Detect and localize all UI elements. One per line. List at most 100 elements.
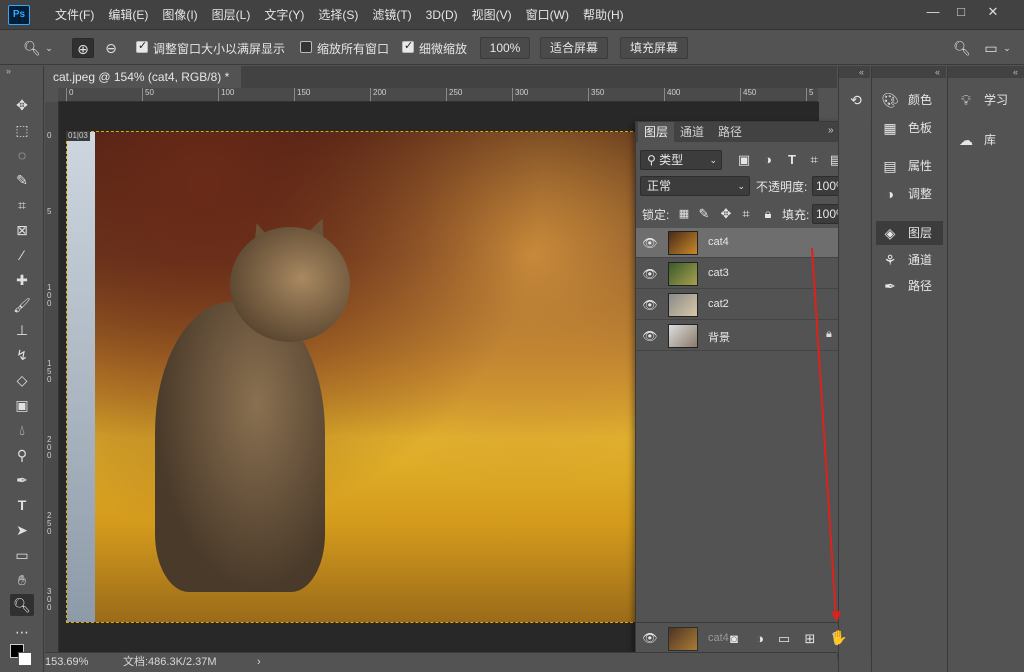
- lock-pixels-icon[interactable]: ✎: [696, 206, 712, 222]
- menu-layer[interactable]: 图层(L): [205, 0, 258, 30]
- menu-help[interactable]: 帮助(H): [576, 0, 631, 30]
- dock-item-channels[interactable]: ⚘ 通道: [876, 248, 943, 272]
- lock-position-icon[interactable]: ✥: [718, 206, 734, 222]
- dock-item-adjustments[interactable]: ◑ 调整: [876, 182, 943, 206]
- blur-tool-icon[interactable]: 💧︎: [10, 419, 34, 441]
- layer-row[interactable]: 👁︎ cat4: [636, 228, 854, 258]
- add-mask-icon[interactable]: ◙: [726, 631, 742, 647]
- eye-icon[interactable]: 👁︎: [642, 297, 658, 313]
- menu-file[interactable]: 文件(F): [48, 0, 101, 30]
- move-tool-icon[interactable]: ✥: [10, 94, 34, 116]
- tab-channels[interactable]: 通道: [674, 122, 710, 142]
- lightbulb-icon: 💡︎: [961, 92, 971, 108]
- fill-screen-button[interactable]: 填充屏幕: [620, 37, 688, 59]
- zoom-all-windows-checkbox[interactable]: [300, 41, 312, 53]
- healing-brush-tool-icon[interactable]: ✚: [10, 269, 34, 291]
- history-icon[interactable]: ⟲: [846, 92, 866, 112]
- layer-row[interactable]: 👁︎ cat2: [636, 290, 854, 320]
- menu-window[interactable]: 窗口(W): [519, 0, 576, 30]
- dock-item-properties[interactable]: ▤ 属性: [876, 154, 943, 178]
- dock-item-paths[interactable]: ✒ 路径: [876, 274, 943, 298]
- dock-item-color[interactable]: 🎨︎ 颜色: [876, 88, 943, 112]
- quick-select-tool-icon[interactable]: ✎: [10, 169, 34, 191]
- collapse-icon[interactable]: «: [948, 66, 1024, 78]
- collapse-icon[interactable]: »: [828, 125, 834, 136]
- marquee-tool-icon[interactable]: ⬚: [10, 119, 34, 141]
- frame-tool-icon[interactable]: ⊠: [10, 219, 34, 241]
- menu-edit[interactable]: 编辑(E): [101, 0, 155, 30]
- tab-layers[interactable]: 图层: [638, 122, 675, 142]
- layer-name: 背景: [708, 332, 730, 344]
- collapse-icon[interactable]: »: [6, 66, 11, 76]
- lock-all-icon[interactable]: 🔒︎: [760, 206, 776, 222]
- hand-tool-icon[interactable]: ✋︎: [10, 569, 34, 591]
- crop-tool-icon[interactable]: ⌗: [10, 194, 34, 216]
- chevron-down-icon[interactable]: ⌄: [44, 38, 54, 58]
- tab-paths[interactable]: 路径: [712, 122, 748, 142]
- gradient-tool-icon[interactable]: ▣: [10, 394, 34, 416]
- filter-kind-select[interactable]: ⚲ 类型 ⌄: [640, 150, 722, 170]
- new-group-icon[interactable]: ▭: [776, 631, 792, 647]
- menu-type[interactable]: 文字(Y): [257, 0, 311, 30]
- dock-item-libraries[interactable]: ☁ 库: [952, 128, 1019, 152]
- eyedropper-tool-icon[interactable]: ⁄: [10, 244, 34, 266]
- zoom-tool-icon[interactable]: 🔍︎: [10, 594, 34, 616]
- lock-icon: 🔒︎: [826, 328, 832, 340]
- close-button[interactable]: ✕: [978, 2, 1008, 22]
- minimize-button[interactable]: —: [918, 2, 948, 22]
- collapse-icon[interactable]: «: [872, 66, 946, 78]
- eye-icon[interactable]: 👁︎: [642, 328, 658, 344]
- workspace-icon[interactable]: ▭: [980, 38, 1002, 58]
- filter-adjustment-icon[interactable]: ◑: [760, 152, 776, 168]
- blend-mode-select[interactable]: 正常 ⌄: [640, 176, 750, 196]
- fit-screen-button[interactable]: 适合屏幕: [540, 37, 608, 59]
- stamp-tool-icon[interactable]: ⊥: [10, 319, 34, 341]
- eye-icon[interactable]: 👁︎: [642, 235, 658, 251]
- new-layer-icon[interactable]: ⊞: [802, 631, 818, 647]
- filter-shape-icon[interactable]: ⌗: [806, 152, 822, 168]
- zoom-level[interactable]: 153.69%: [45, 653, 88, 671]
- filter-type-icon[interactable]: T: [784, 152, 800, 168]
- zoom-out-icon[interactable]: ⊖: [100, 38, 122, 58]
- document-tab-title: cat.jpeg @ 154% (cat4, RGB/8) *: [53, 70, 230, 84]
- scrubby-zoom-checkbox[interactable]: [402, 39, 414, 53]
- document-tab[interactable]: cat.jpeg @ 154% (cat4, RGB/8) * ×: [45, 66, 241, 106]
- path-select-tool-icon[interactable]: ➤: [10, 519, 34, 541]
- type-tool-icon[interactable]: T: [10, 494, 34, 516]
- resize-windows-checkbox[interactable]: [136, 39, 148, 53]
- layer-row[interactable]: 👁︎ cat3: [636, 259, 854, 289]
- menu-view[interactable]: 视图(V): [465, 0, 519, 30]
- maximize-button[interactable]: □: [946, 2, 976, 22]
- eye-icon[interactable]: 👁︎: [642, 266, 658, 282]
- menu-3d[interactable]: 3D(D): [419, 0, 465, 30]
- chevron-down-icon[interactable]: ⌄: [1002, 38, 1012, 58]
- zoom-100-button[interactable]: 100%: [480, 37, 530, 59]
- lasso-tool-icon[interactable]: ◌: [10, 144, 34, 166]
- dock-item-learn[interactable]: 💡︎ 学习: [952, 88, 1019, 112]
- collapse-icon[interactable]: «: [839, 66, 870, 78]
- history-brush-tool-icon[interactable]: ↯: [10, 344, 34, 366]
- status-menu-icon[interactable]: ›: [257, 653, 261, 671]
- dock-item-layers[interactable]: ◈ 图层: [876, 221, 943, 245]
- background-color-swatch[interactable]: [18, 652, 32, 666]
- layer-thumbnail: [668, 231, 698, 255]
- filter-pixel-icon[interactable]: ▣: [736, 152, 752, 168]
- lock-artboard-icon[interactable]: ⌗: [738, 206, 754, 222]
- pen-tool-icon[interactable]: ✒: [10, 469, 34, 491]
- rectangle-tool-icon[interactable]: ▭: [10, 544, 34, 566]
- menu-filter[interactable]: 滤镜(T): [365, 0, 418, 30]
- menu-image[interactable]: 图像(I): [155, 0, 204, 30]
- menu-select[interactable]: 选择(S): [311, 0, 365, 30]
- eraser-tool-icon[interactable]: ◇: [10, 369, 34, 391]
- dodge-tool-icon[interactable]: ⚲: [10, 444, 34, 466]
- zoom-tool-preset-icon[interactable]: 🔍︎: [22, 38, 42, 58]
- brush-tool-icon[interactable]: 🖌︎: [10, 294, 34, 316]
- search-icon[interactable]: 🔍︎: [952, 38, 972, 58]
- cat-image[interactable]: [66, 131, 638, 623]
- lock-transparent-icon[interactable]: ▦: [676, 206, 692, 222]
- zoom-in-icon[interactable]: ⊕: [72, 38, 94, 58]
- more-tools-icon[interactable]: ⋯: [10, 621, 34, 643]
- dock-item-swatches[interactable]: ▦ 色板: [876, 116, 943, 140]
- new-adjustment-icon[interactable]: ◑: [752, 631, 768, 647]
- layer-row[interactable]: 👁︎ 背景 🔒︎: [636, 321, 854, 351]
